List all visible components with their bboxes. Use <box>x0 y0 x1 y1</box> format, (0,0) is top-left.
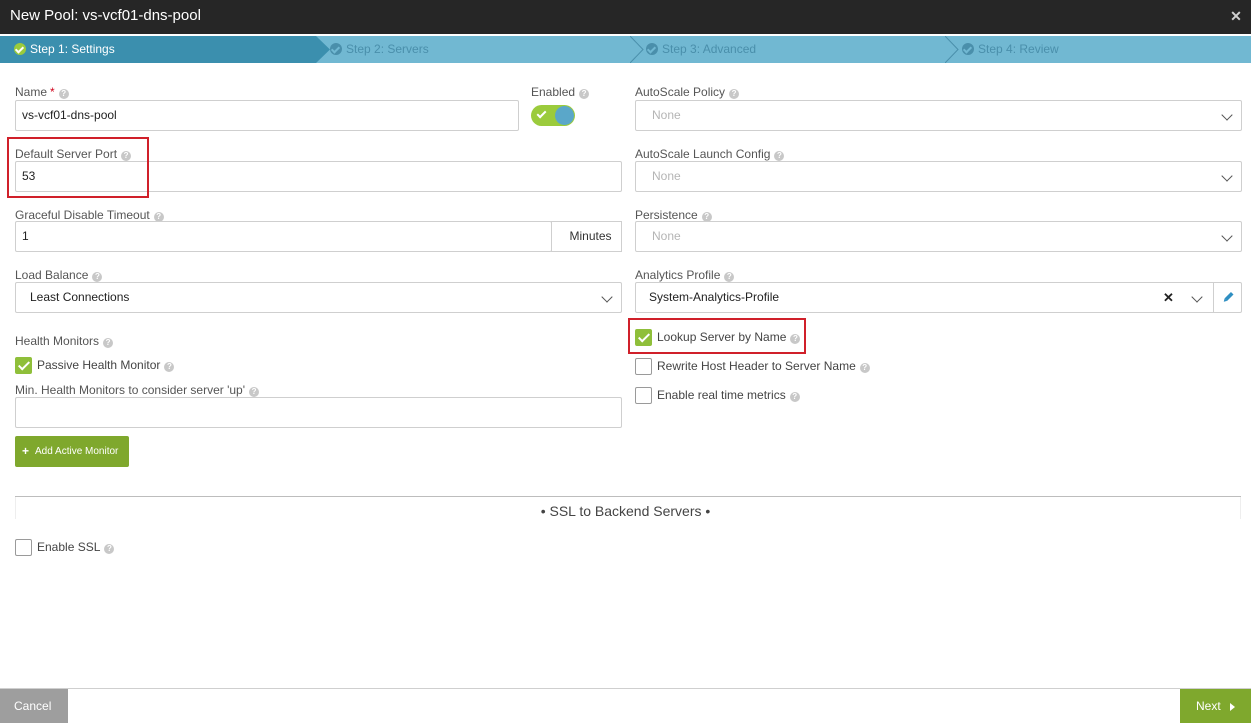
autoscale-launch-config-label: AutoScale Launch Config? <box>635 147 785 161</box>
toggle-knob <box>555 106 574 125</box>
help-icon[interactable]: ? <box>774 151 785 161</box>
step-label: Step 3: Advanced <box>662 42 757 56</box>
analytics-profile-select[interactable]: System-Analytics-Profile <box>635 282 1242 313</box>
persistence-label: Persistence? <box>635 208 712 222</box>
graceful-disable-timeout-label: Graceful Disable Timeout? <box>15 208 164 222</box>
help-icon[interactable]: ? <box>92 272 103 282</box>
help-icon[interactable]: ? <box>789 392 800 402</box>
help-icon[interactable]: ? <box>249 387 260 397</box>
load-balance-select[interactable]: Least Connections <box>15 282 622 313</box>
step-advanced-tab[interactable]: Step 3: Advanced <box>646 36 946 63</box>
chevron-down-icon <box>1221 170 1233 182</box>
check-circle-icon <box>330 43 342 55</box>
chevron-down-icon <box>601 291 613 303</box>
next-button[interactable]: Next <box>1180 689 1251 723</box>
highlight-box <box>628 318 806 354</box>
help-icon[interactable]: ? <box>164 362 175 372</box>
load-balance-label: Load Balance? <box>15 268 103 282</box>
wizard-steps: Step 1: Settings Step 2: Servers Step 3:… <box>0 36 1251 63</box>
footer-divider <box>0 688 1251 689</box>
step-label: Step 1: Settings <box>30 42 115 56</box>
add-active-monitor-label: Add Active Monitor <box>35 446 119 457</box>
step-review-tab[interactable]: Step 4: Review <box>962 36 1242 63</box>
persistence-value: None <box>652 229 681 243</box>
help-icon[interactable]: ? <box>579 89 590 99</box>
autoscale-launch-config-select[interactable]: None <box>635 161 1242 192</box>
edit-pencil-icon[interactable] <box>1214 282 1242 313</box>
dialog-title-bar: New Pool: vs-vcf01-dns-pool ✕ <box>0 0 1251 34</box>
add-active-monitor-button[interactable]: + Add Active Monitor <box>15 436 129 467</box>
check-icon <box>536 108 547 119</box>
pencil-icon <box>1223 291 1234 302</box>
help-icon[interactable]: ? <box>103 338 114 348</box>
step-servers-tab[interactable]: Step 2: Servers <box>330 36 630 63</box>
autoscale-policy-value: None <box>652 108 681 122</box>
chevron-down-icon <box>1221 230 1233 242</box>
step-divider-arrow <box>630 36 644 63</box>
rewrite-host-header-label: Rewrite Host Header to Server Name? <box>657 359 870 373</box>
enable-ssl-label: Enable SSL? <box>37 540 115 554</box>
plus-icon: + <box>22 444 30 458</box>
highlight-box <box>7 137 149 198</box>
minutes-unit-addon: Minutes <box>551 221 622 252</box>
analytics-profile-label: Analytics Profile? <box>635 268 735 282</box>
ssl-section-title: • SSL to Backend Servers • <box>540 503 711 519</box>
enabled-label: Enabled? <box>531 85 590 99</box>
help-icon[interactable]: ? <box>724 272 735 282</box>
clear-selection-icon[interactable]: ✕ <box>1163 290 1174 306</box>
step-divider-arrow <box>316 36 330 63</box>
graceful-disable-timeout-input[interactable]: 1 <box>15 221 552 252</box>
dialog-title: New Pool: vs-vcf01-dns-pool <box>10 7 201 24</box>
step-settings-tab[interactable]: Step 1: Settings <box>0 36 316 63</box>
check-circle-icon <box>14 43 26 55</box>
load-balance-value: Least Connections <box>30 290 130 304</box>
min-health-monitors-label: Min. Health Monitors to consider server … <box>15 383 260 397</box>
help-icon[interactable]: ? <box>859 363 870 373</box>
passive-health-monitor-label: Passive Health Monitor? <box>37 358 175 372</box>
health-monitors-label: Health Monitors? <box>15 334 114 348</box>
close-icon[interactable]: ✕ <box>1229 8 1243 24</box>
autoscale-policy-label: AutoScale Policy? <box>635 85 740 99</box>
step-label: Step 4: Review <box>978 42 1059 56</box>
help-icon[interactable]: ? <box>729 89 740 99</box>
next-label: Next <box>1196 699 1221 713</box>
rewrite-host-header-checkbox[interactable] <box>635 358 652 375</box>
analytics-profile-value: System-Analytics-Profile <box>649 290 780 304</box>
check-circle-icon <box>646 43 658 55</box>
autoscale-policy-select[interactable]: None <box>635 100 1242 131</box>
min-health-monitors-input[interactable] <box>15 397 622 428</box>
step-divider-arrow <box>945 36 959 63</box>
chevron-down-icon <box>1191 291 1203 303</box>
enabled-toggle[interactable] <box>531 105 575 126</box>
step-label: Step 2: Servers <box>346 42 429 56</box>
name-input[interactable]: vs-vcf01-dns-pool <box>15 100 519 131</box>
check-circle-icon <box>962 43 974 55</box>
help-icon[interactable]: ? <box>58 89 69 99</box>
autoscale-launch-config-value: None <box>652 169 681 183</box>
passive-health-monitor-checkbox[interactable] <box>15 357 32 374</box>
realtime-metrics-checkbox[interactable] <box>635 387 652 404</box>
name-label: Name *? <box>15 85 69 99</box>
caret-right-icon <box>1230 703 1235 711</box>
required-mark: * <box>50 85 55 99</box>
cancel-button[interactable]: Cancel <box>0 689 68 723</box>
persistence-select[interactable]: None <box>635 221 1242 252</box>
chevron-down-icon <box>1221 109 1233 121</box>
enable-ssl-checkbox[interactable] <box>15 539 32 556</box>
help-icon[interactable]: ? <box>104 544 115 554</box>
realtime-metrics-label: Enable real time metrics? <box>657 388 800 402</box>
